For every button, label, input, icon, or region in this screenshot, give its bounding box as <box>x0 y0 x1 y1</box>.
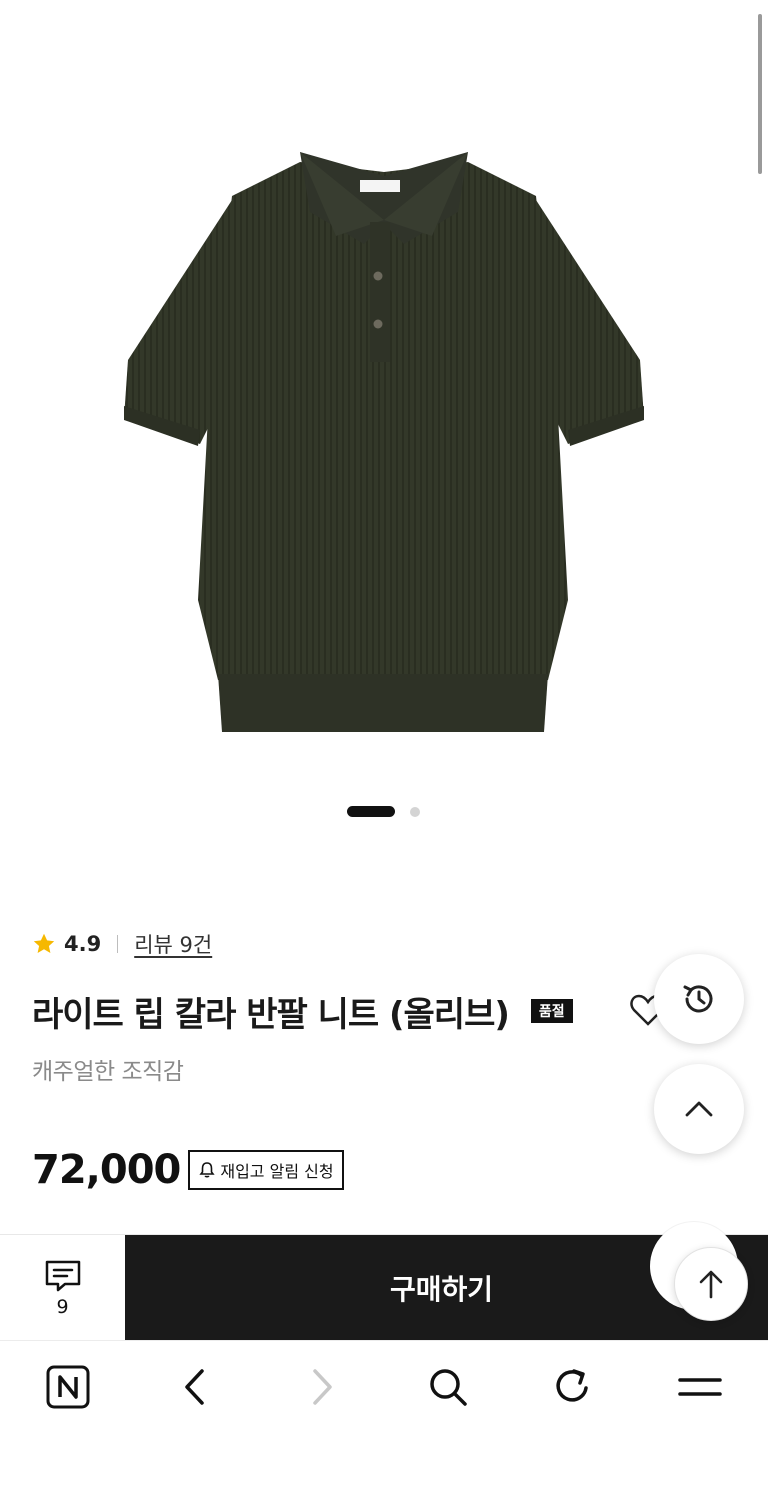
back-icon <box>185 1369 204 1405</box>
divider <box>117 935 119 953</box>
pagination-dot-active[interactable] <box>347 806 395 817</box>
menu-icon <box>678 1378 722 1396</box>
forward-icon <box>313 1369 332 1405</box>
floating-scroll-top-button[interactable] <box>674 1247 748 1321</box>
product-subtitle: 캐주얼한 조직감 <box>32 1059 184 1085</box>
polo-shirt-image <box>124 152 644 732</box>
search-icon <box>430 1369 467 1406</box>
refresh-button[interactable] <box>549 1363 597 1411</box>
history-icon <box>683 985 713 1013</box>
page-scrollbar[interactable] <box>758 14 762 174</box>
home-n-button[interactable] <box>44 1363 92 1411</box>
refresh-icon <box>556 1369 588 1402</box>
search-button[interactable] <box>424 1363 472 1411</box>
rating-row: 4.9 리뷰 9건 <box>32 926 212 962</box>
product-price: 72,000 <box>32 1147 181 1193</box>
browser-toolbar <box>0 1340 768 1500</box>
product-title: 라이트 립 칼라 반팔 니트 (올리브) <box>32 994 510 1035</box>
title-row: 라이트 립 칼라 반팔 니트 (올리브) 품절 <box>32 986 573 1036</box>
arrow-up-icon <box>699 1270 723 1299</box>
forward-button[interactable] <box>298 1363 346 1411</box>
recent-history-button[interactable] <box>654 954 744 1044</box>
image-pagination <box>0 806 768 818</box>
bell-icon <box>199 1162 215 1178</box>
chevron-up-icon <box>685 1101 713 1117</box>
review-link[interactable]: 리뷰 9건 <box>134 929 212 959</box>
price-row: 72,000 재입고 알림 신청 <box>32 1144 344 1196</box>
scroll-top-button[interactable] <box>654 1064 744 1154</box>
product-image[interactable] <box>0 0 768 860</box>
pagination-dot[interactable] <box>410 807 420 817</box>
back-button[interactable] <box>171 1363 219 1411</box>
rating-value: 4.9 <box>64 932 102 956</box>
inquiry-count: 9 <box>56 1296 69 1318</box>
inquiry-button[interactable]: 9 <box>0 1235 125 1341</box>
restock-alert-button[interactable]: 재입고 알림 신청 <box>188 1150 344 1190</box>
chat-icon <box>45 1260 80 1292</box>
soldout-badge: 품절 <box>530 999 573 1023</box>
menu-button[interactable] <box>676 1363 724 1411</box>
buy-button-label: 구매하기 <box>389 1273 494 1306</box>
restock-alert-label: 재입고 알림 신청 <box>220 1162 334 1181</box>
star-icon <box>33 933 55 953</box>
home-n-icon <box>46 1365 90 1409</box>
